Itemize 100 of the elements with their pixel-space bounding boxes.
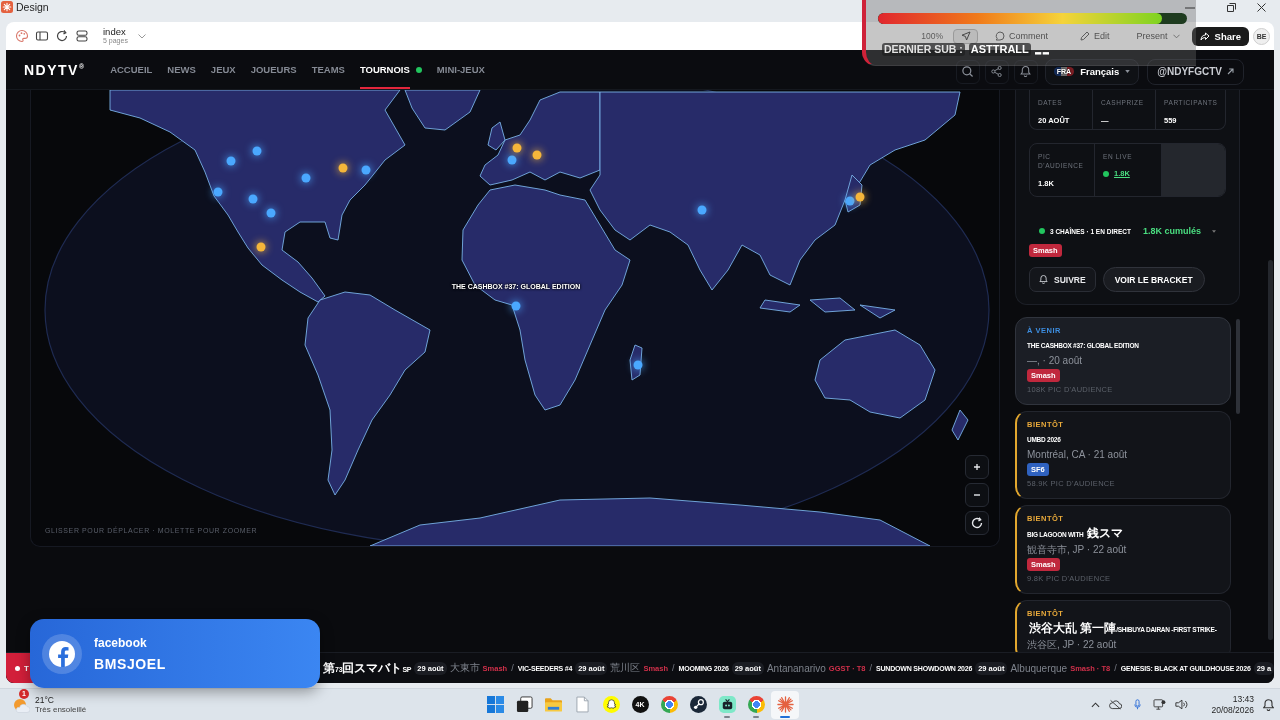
event-location-date: 渋谷区, JP · 22 août	[1027, 639, 1118, 650]
map-marker-icon[interactable]	[511, 301, 521, 311]
plus-icon	[973, 463, 981, 471]
display-icon[interactable]	[1153, 699, 1167, 710]
ticker-city: Albuquerque	[1010, 662, 1068, 674]
map-marker-icon[interactable]	[697, 205, 707, 215]
stacked-windows-icon	[515, 696, 533, 713]
nav-tab[interactable]: ACCUEIL	[110, 50, 153, 89]
nav-tab[interactable]: JEUX	[210, 50, 236, 89]
bell-icon[interactable]	[1263, 698, 1274, 711]
chevron-down-icon[interactable]	[137, 33, 146, 39]
ticker-separator: /	[672, 663, 675, 673]
last-sub-name: ASTTRALL	[968, 43, 1031, 56]
share-button[interactable]: Share	[1191, 26, 1249, 46]
weather-temperature[interactable]: 21°C	[35, 694, 87, 705]
speech-bubble-icon	[995, 31, 1006, 41]
ticker-city: 荒川区	[610, 661, 641, 675]
refresh-icon	[971, 517, 983, 529]
map-marker-icon[interactable]	[266, 208, 276, 218]
refresh-icon[interactable]	[55, 29, 69, 43]
edit-tool-button[interactable]: Edit	[1073, 28, 1117, 44]
asterisk-logo-icon	[1, 1, 13, 13]
external-link-icon	[1227, 68, 1234, 75]
comment-tool-button[interactable]: Comment	[988, 28, 1056, 44]
scrollbar-thumb[interactable]	[1236, 319, 1240, 414]
zoom-in-button[interactable]	[965, 455, 989, 479]
event-location-date: Montréal, CA · 21 août	[1027, 449, 1129, 460]
bracket-button[interactable]: VOIR LE BRACKET	[1102, 267, 1205, 292]
nav-tab[interactable]: TEAMS	[311, 50, 345, 89]
map-marker-icon[interactable]	[301, 173, 311, 183]
map-marker-icon[interactable]	[248, 194, 258, 204]
ticker-separator: /	[869, 663, 873, 673]
cloud-off-icon[interactable]	[1109, 699, 1123, 710]
map-marker-icon[interactable]	[512, 143, 522, 153]
zoom-out-button[interactable]	[965, 483, 989, 507]
site-logo[interactable]: NDYTV$^{®}$	[24, 61, 85, 78]
cumulative-viewers: 1.8K cumulés	[1142, 226, 1201, 236]
dot-icon	[15, 665, 20, 671]
palette-icon[interactable]	[15, 29, 29, 43]
search-button[interactable]	[955, 59, 980, 84]
facebook-logo-icon	[42, 633, 82, 674]
follow-button[interactable]: SUIVRE	[1029, 267, 1096, 292]
clock-date[interactable]: 20/08/2026	[1211, 704, 1254, 716]
map-marker-icon[interactable]	[213, 187, 223, 197]
present-button[interactable]: Present	[1132, 31, 1184, 41]
map-marker-icon[interactable]	[855, 192, 865, 202]
volume-icon[interactable]	[1175, 699, 1189, 710]
map-marker-icon[interactable]	[845, 196, 855, 206]
share-button[interactable]	[984, 59, 1009, 84]
pencil-icon	[1080, 31, 1091, 41]
search-icon	[962, 66, 974, 77]
nav-tab[interactable]: JOUEURS	[250, 50, 297, 89]
ticker-separator: /	[1114, 663, 1117, 673]
toast-user-name: BMSJOEL	[94, 655, 166, 672]
sidebar-icon[interactable]	[35, 29, 49, 43]
tv-icon	[718, 696, 736, 713]
cursor-icon	[960, 31, 971, 41]
ticker-city: Antananarivo	[766, 662, 826, 674]
scrollbar-thumb[interactable]	[1268, 260, 1273, 640]
map-marker-icon[interactable]	[507, 155, 517, 165]
zoom-level[interactable]: 100%	[921, 31, 944, 41]
nav-tab[interactable]: NEWS	[167, 50, 196, 89]
ghost-icon	[602, 696, 620, 713]
weather-condition[interactable]: Très ensoleillé	[35, 704, 87, 715]
last-sub-label: DERNIER SUB :	[882, 43, 965, 56]
components-icon[interactable]	[75, 29, 89, 43]
clock-time[interactable]: 13:43	[1232, 693, 1254, 705]
map-marker-icon[interactable]	[226, 156, 236, 166]
map-marker-icon[interactable]	[361, 165, 371, 175]
page-name[interactable]: index	[103, 27, 128, 36]
reset-view-button[interactable]	[965, 511, 989, 535]
share-icon	[991, 66, 1003, 77]
event-location-date: —, · 20 août	[1027, 355, 1084, 366]
map-marker-icon[interactable]	[633, 360, 643, 370]
window-title: Design	[16, 1, 49, 14]
ticker-separator: /	[511, 663, 514, 673]
close-icon[interactable]	[1257, 3, 1266, 12]
caret-icon[interactable]	[1212, 229, 1216, 233]
sun-cloud-icon[interactable]	[12, 696, 30, 713]
map-marker-icon[interactable]	[256, 242, 266, 252]
tricolor-circle-icon	[747, 696, 765, 713]
ticker-label: T	[24, 663, 29, 673]
round-logo-icon	[689, 696, 707, 713]
chevron-up-icon[interactable]	[1091, 701, 1101, 708]
map-marker-icon[interactable]	[252, 146, 262, 156]
nav-tab[interactable]: MINI-JEUX	[436, 50, 485, 89]
asterisk-icon	[776, 696, 794, 713]
map-marker-icon[interactable]	[338, 163, 348, 173]
map-marker-icon[interactable]	[532, 150, 542, 160]
folder-icon	[544, 696, 562, 713]
text-cursor-icon	[1034, 52, 1049, 55]
channel-link[interactable]: @NDYFGCTV	[1147, 58, 1244, 85]
event-location-date: 観音寺市, JP · 22 août	[1027, 544, 1128, 555]
bell-icon	[1039, 275, 1048, 284]
restore-icon[interactable]	[1227, 3, 1236, 12]
notifications-button[interactable]	[1013, 59, 1038, 84]
ticker-city: 大東市	[449, 661, 480, 675]
bell-icon	[1020, 66, 1032, 77]
notification-toast[interactable]: facebook BMSJOEL	[30, 619, 320, 688]
chevron-down-icon	[1172, 33, 1180, 39]
